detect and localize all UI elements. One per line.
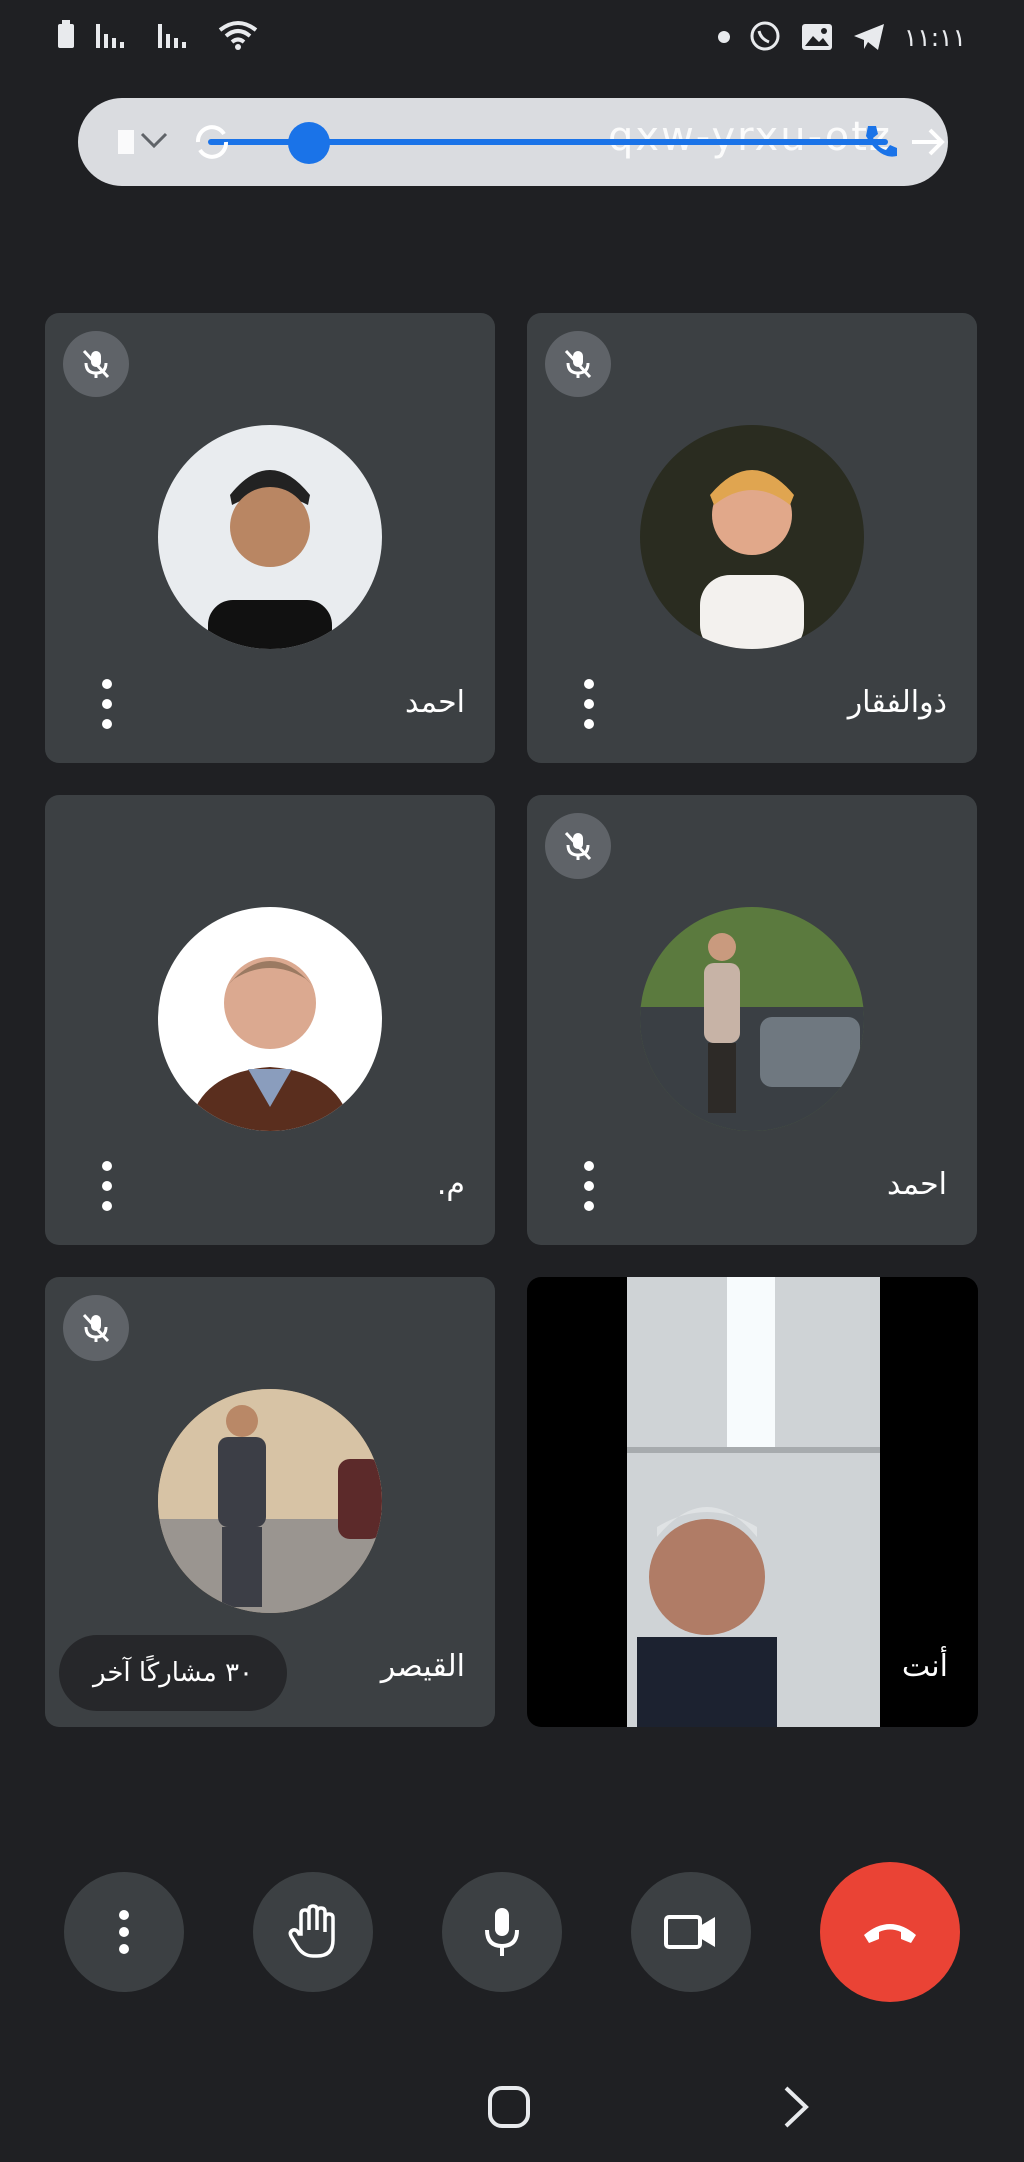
avatar bbox=[640, 907, 864, 1131]
participant-name: القيصر bbox=[380, 1649, 465, 1684]
participant-name: احمد bbox=[405, 685, 465, 720]
phone-icon[interactable] bbox=[860, 122, 900, 162]
more-options-icon bbox=[119, 1910, 129, 1954]
other-participants-chip[interactable]: ٣٠ مشاركًا آخر bbox=[59, 1635, 288, 1711]
wifi-icon bbox=[218, 21, 258, 50]
meeting-bar[interactable]: qxw-yrxu-otz bbox=[78, 98, 948, 186]
raise-hand-icon bbox=[288, 1904, 335, 1958]
participant-tile[interactable]: القيصر ٣٠ مشاركًا آخر bbox=[45, 1277, 495, 1727]
more-options-icon[interactable] bbox=[579, 1161, 599, 1211]
signal-icon bbox=[96, 24, 124, 48]
chevron-down-icon[interactable] bbox=[114, 122, 184, 162]
participant-tile[interactable]: احمد bbox=[45, 313, 495, 763]
microphone-button[interactable] bbox=[442, 1872, 562, 1992]
camera-button[interactable] bbox=[631, 1872, 751, 1992]
participant-name: احمد bbox=[887, 1167, 947, 1202]
signal-icon bbox=[158, 24, 186, 48]
more-options-icon[interactable] bbox=[579, 679, 599, 729]
status-bar: ١١:١١ bbox=[0, 0, 1024, 78]
back-icon[interactable] bbox=[778, 2084, 814, 2130]
meeting-code: qxw-yrxu-otz bbox=[608, 114, 892, 160]
participant-tile[interactable]: احمد bbox=[527, 795, 977, 1245]
self-view-tile[interactable]: أنت bbox=[527, 1277, 978, 1727]
avatar bbox=[158, 1389, 382, 1613]
hang-up-button[interactable] bbox=[820, 1862, 960, 2002]
mic-off-icon bbox=[545, 813, 611, 879]
gallery-icon bbox=[801, 24, 832, 50]
viber-icon bbox=[750, 21, 780, 51]
avatar bbox=[640, 425, 864, 649]
raise-hand-button[interactable] bbox=[253, 1872, 373, 1992]
call-controls bbox=[0, 1840, 1024, 2002]
slider-knob[interactable] bbox=[288, 122, 330, 164]
clock: ١١:١١ bbox=[903, 22, 966, 52]
participant-tile[interactable]: ذوالفقار bbox=[527, 313, 977, 763]
sim-icon bbox=[58, 20, 74, 48]
mic-off-icon bbox=[63, 1295, 129, 1361]
participant-name: ذوالفقار bbox=[847, 685, 947, 720]
microphone-icon bbox=[485, 1908, 519, 1956]
participant-name: م. bbox=[436, 1167, 465, 1202]
self-camera-feed bbox=[627, 1277, 880, 1727]
avatar bbox=[158, 907, 382, 1131]
rotate-icon[interactable] bbox=[190, 120, 234, 164]
self-label: أنت bbox=[901, 1649, 948, 1684]
system-nav-bar bbox=[0, 2060, 1024, 2150]
mic-off-icon bbox=[545, 331, 611, 397]
hang-up-icon bbox=[864, 1924, 916, 1943]
more-options-icon[interactable] bbox=[97, 1161, 117, 1211]
home-icon[interactable] bbox=[486, 2084, 532, 2130]
telegram-icon bbox=[853, 24, 884, 50]
dot-icon bbox=[717, 31, 730, 43]
participant-tile[interactable]: م. bbox=[45, 795, 495, 1245]
arrow-right-icon[interactable] bbox=[908, 122, 948, 162]
more-options-button[interactable] bbox=[64, 1872, 184, 1992]
more-options-icon[interactable] bbox=[97, 679, 117, 729]
mic-off-icon bbox=[63, 331, 129, 397]
camera-icon bbox=[664, 1915, 715, 1949]
avatar bbox=[158, 425, 382, 649]
